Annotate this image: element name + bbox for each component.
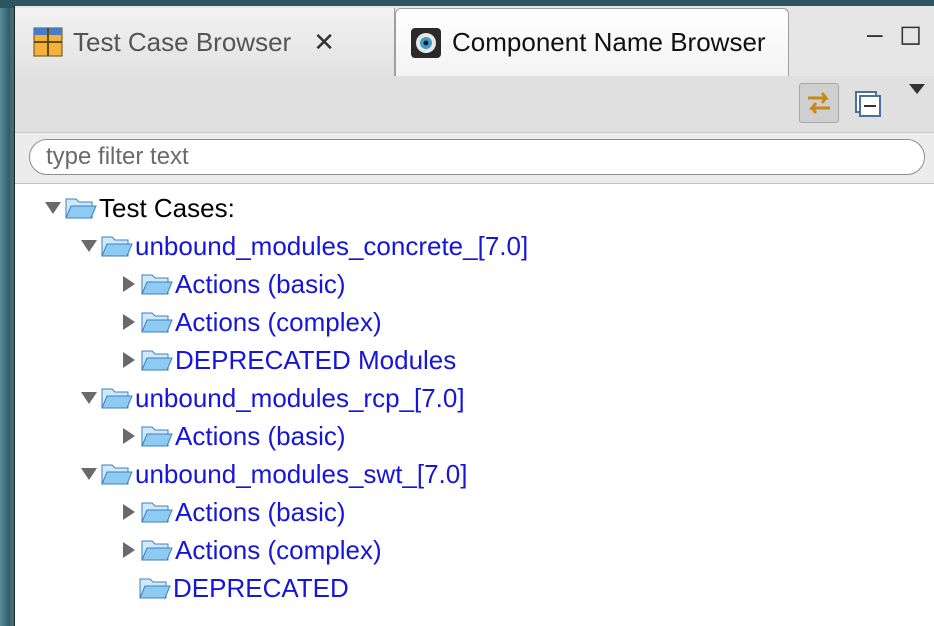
tree-node-label: Actions (basic) [175,268,346,299]
folder-icon [141,350,173,371]
test-case-grid-icon [33,27,63,57]
collapsed-triangle-icon[interactable] [123,314,135,330]
minimize-icon[interactable]: – [867,20,883,48]
link-with-editor-icon [808,92,830,114]
collapse-all-icon [855,91,881,117]
folder-icon [141,274,173,295]
tree-node-root[interactable]: Test Cases: [45,189,235,227]
tree-node-deprecated-modules[interactable]: DEPRECATED Modules [121,341,456,379]
desktop-background-left [0,0,10,626]
expanded-triangle-icon[interactable] [81,240,97,252]
filter-input[interactable] [29,139,925,175]
filter-bar [15,133,934,184]
link-with-editor-button[interactable] [799,83,839,123]
collapsed-triangle-icon[interactable] [123,542,135,558]
tree-node-actions-complex[interactable]: Actions (complex) [121,531,382,569]
expanded-triangle-icon[interactable] [81,468,97,480]
view-tab-bar: Test Case Browser ✕ Component Name Brows… [15,6,934,77]
folder-icon [101,236,133,257]
tree-node-actions-complex[interactable]: Actions (complex) [121,303,382,341]
tree-node-label: DEPRECATED [173,572,349,603]
tree-node-label: unbound_modules_swt_[7.0] [135,458,468,489]
maximize-icon[interactable]: ◻ [899,20,922,48]
folder-icon [101,388,133,409]
tree-node-label: unbound_modules_concrete_[7.0] [135,230,529,261]
folder-icon [101,464,133,485]
tree-node-deprecated[interactable]: DEPRECATED [121,569,349,607]
view-toolbar [15,76,934,133]
collapse-all-button[interactable] [847,83,887,123]
component-name-icon [411,27,441,58]
expanded-triangle-icon[interactable] [81,392,97,404]
tree-node-label: unbound_modules_rcp_[7.0] [135,382,465,413]
tree-node-unbound-rcp[interactable]: unbound_modules_rcp_[7.0] [81,379,465,417]
folder-icon [141,502,173,523]
folder-icon [141,426,173,447]
tree-node-actions-basic[interactable]: Actions (basic) [121,265,346,303]
tree-node-unbound-concrete[interactable]: unbound_modules_concrete_[7.0] [81,227,528,265]
folder-icon [141,312,173,333]
collapsed-triangle-icon[interactable] [123,352,135,368]
test-case-browser-view: Test Case Browser ✕ Component Name Brows… [14,6,934,626]
tree-node-actions-basic[interactable]: Actions (basic) [121,417,346,455]
tree-node-label: Test Cases: [99,192,235,223]
tree-node-label: Actions (complex) [175,306,382,337]
tree-node-label: DEPRECATED Modules [175,344,457,375]
folder-icon [141,540,173,561]
collapsed-triangle-icon[interactable] [123,428,135,444]
tab-test-case-browser[interactable]: Test Case Browser ✕ [15,8,395,76]
tab-test-case-browser-label: Test Case Browser [73,26,292,57]
view-menu-icon[interactable] [909,84,925,94]
tab-component-name-browser[interactable]: Component Name Browser [395,8,789,76]
tree-node-label: Actions (complex) [175,534,382,565]
collapsed-triangle-icon[interactable] [123,504,135,520]
folder-icon [139,578,171,599]
folder-icon [65,198,97,219]
tab-component-name-browser-label: Component Name Browser [452,27,766,57]
tree-node-label: Actions (basic) [175,496,346,527]
expanded-triangle-icon[interactable] [45,202,61,214]
collapsed-triangle-icon[interactable] [123,276,135,292]
tree-node-unbound-swt[interactable]: unbound_modules_swt_[7.0] [81,455,467,493]
close-icon[interactable]: ✕ [313,27,335,58]
tree-node-actions-basic[interactable]: Actions (basic) [121,493,346,531]
tree-node-label: Actions (basic) [175,420,346,451]
